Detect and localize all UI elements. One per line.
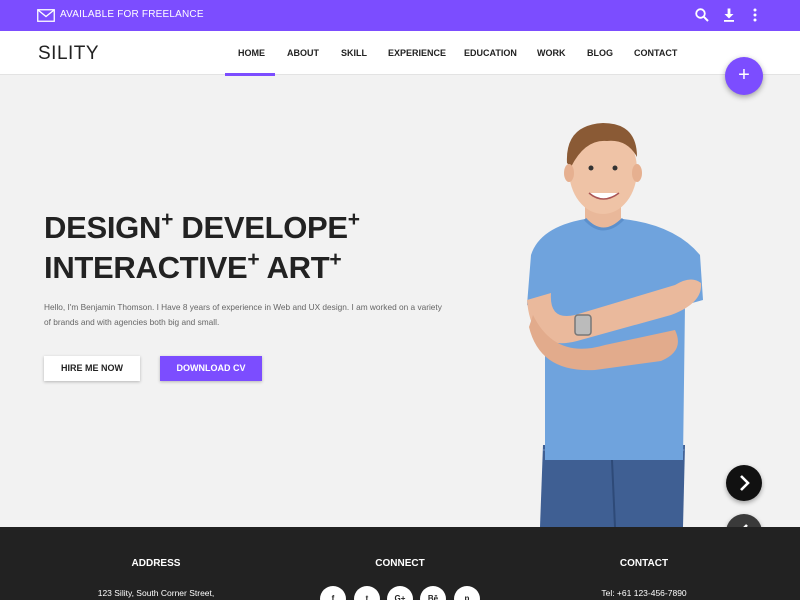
address-line: 123 Sility, South Corner Street,: [97, 588, 215, 598]
nav-item-education[interactable]: EDUCATION: [464, 48, 517, 58]
google-plus-icon[interactable]: G+: [387, 586, 413, 600]
add-fab-button[interactable]: +: [725, 57, 763, 95]
address-heading: ADDRESS: [131, 558, 181, 569]
headline-word-design: DESIGN: [44, 210, 162, 245]
headline-word-interactive: INTERACTIVE: [44, 250, 248, 285]
contact-heading: CONTACT: [619, 558, 669, 569]
nav-item-about[interactable]: ABOUT: [287, 48, 319, 58]
nav-item-blog[interactable]: BLOG: [587, 48, 613, 58]
nav-item-experience[interactable]: EXPERIENCE: [388, 48, 446, 58]
nav-item-home[interactable]: HOME: [238, 48, 265, 58]
freelance-status: AVAILABLE FOR FREELANCE: [60, 9, 204, 20]
brand-logo[interactable]: SILITY: [38, 43, 99, 65]
contact-phone: Tel: +61 123-456-7890: [601, 588, 687, 598]
mail-icon: [37, 9, 55, 22]
headline-word-art: ART: [266, 250, 330, 285]
hero-headline: DESIGN+ DEVELOPE+ INTERACTIVE+ ART+: [44, 208, 360, 285]
main-nav: SILITY HOME ABOUT SKILL EXPERIENCE EDUCA…: [0, 31, 800, 76]
search-icon[interactable]: [694, 7, 710, 23]
headline-word-develope: DEVELOPE: [181, 210, 348, 245]
twitter-icon[interactable]: t: [354, 586, 380, 600]
nav-item-work[interactable]: WORK: [537, 48, 566, 58]
profile-photo: [527, 123, 703, 527]
nav-active-indicator: [225, 73, 275, 76]
pinterest-icon[interactable]: p: [454, 586, 480, 600]
connect-heading: CONNECT: [375, 558, 425, 569]
more-vert-icon[interactable]: [747, 7, 763, 23]
slider-next-button[interactable]: [726, 465, 762, 501]
nav-item-skill[interactable]: SKILL: [341, 48, 367, 58]
behance-icon[interactable]: Bē: [420, 586, 446, 600]
download-cv-button[interactable]: DOWNLOAD CV: [160, 356, 262, 381]
facebook-icon[interactable]: f: [320, 586, 346, 600]
footer: ADDRESS 123 Sility, South Corner Street,…: [0, 527, 800, 600]
hire-me-button[interactable]: HIRE ME NOW: [44, 356, 140, 381]
top-bar: AVAILABLE FOR FREELANCE: [0, 0, 800, 31]
nav-item-contact[interactable]: CONTACT: [634, 48, 677, 58]
chevron-right-icon: [740, 475, 750, 491]
download-icon[interactable]: [721, 7, 737, 23]
hero-description: Hello, I'm Benjamin Thomson. I Have 8 ye…: [44, 302, 442, 327]
